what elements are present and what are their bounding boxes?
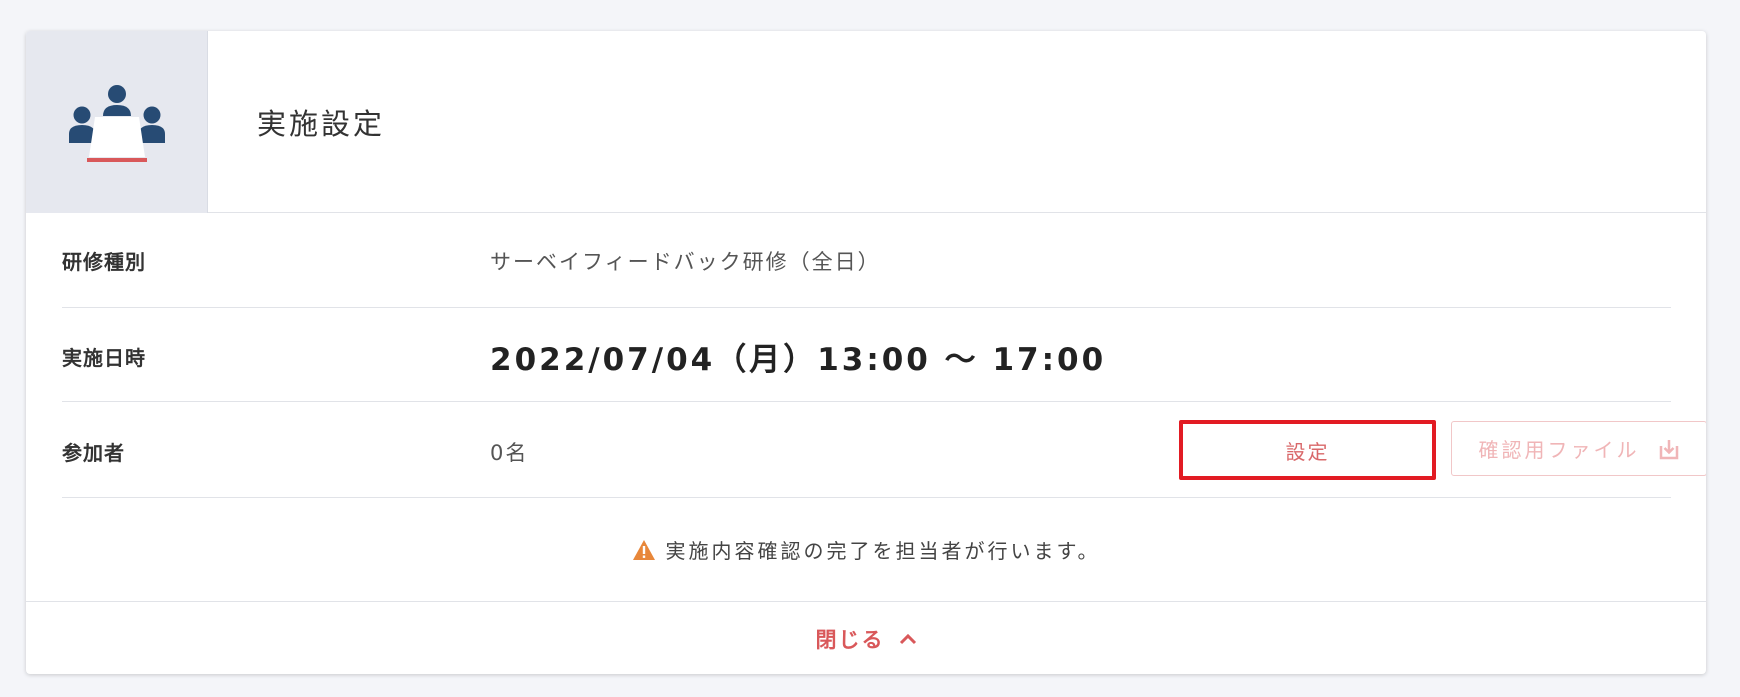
card-header: 実施設定 [26,31,1706,213]
settings-card: 実施設定 研修種別 サーベイフィードバック研修（全日） 実施日時 2022/07… [26,31,1706,674]
meeting-people-icon [69,85,165,162]
settings-button-label: 設定 [1285,439,1330,464]
confirmation-file-button[interactable]: 確認用ファイル [1451,421,1706,476]
card-footer: 閉じる [26,601,1706,674]
schedule-label: 実施日時 [62,346,146,370]
schedule-value: 2022/07/04（月）13:00 ～ 17:00 [490,342,1107,378]
participants-label: 参加者 [62,441,125,465]
chevron-up-icon [899,633,917,645]
close-button-label: 閉じる [815,628,885,652]
notice-message: 実施内容確認の完了を担当者が行います。 [26,535,1706,564]
warning-icon [632,539,656,561]
notice-text: 実施内容確認の完了を担当者が行います。 [665,539,1101,563]
page-title: 実施設定 [257,107,386,141]
settings-button[interactable]: 設定 [1179,420,1436,480]
row-schedule: 実施日時 2022/07/04（月）13:00 ～ 17:00 [62,308,1671,402]
row-training-type: 研修種別 サーベイフィードバック研修（全日） [62,213,1671,308]
training-type-label: 研修種別 [62,250,146,274]
close-button[interactable]: 閉じる [26,624,1706,654]
header-icon-box [26,31,208,213]
row-participants: 参加者 0名 設定 確認用ファイル [62,402,1706,498]
download-icon [1658,438,1680,460]
confirmation-file-button-label: 確認用ファイル [1478,438,1640,462]
participants-value: 0名 [490,441,529,465]
training-type-value: サーベイフィードバック研修（全日） [490,250,881,274]
